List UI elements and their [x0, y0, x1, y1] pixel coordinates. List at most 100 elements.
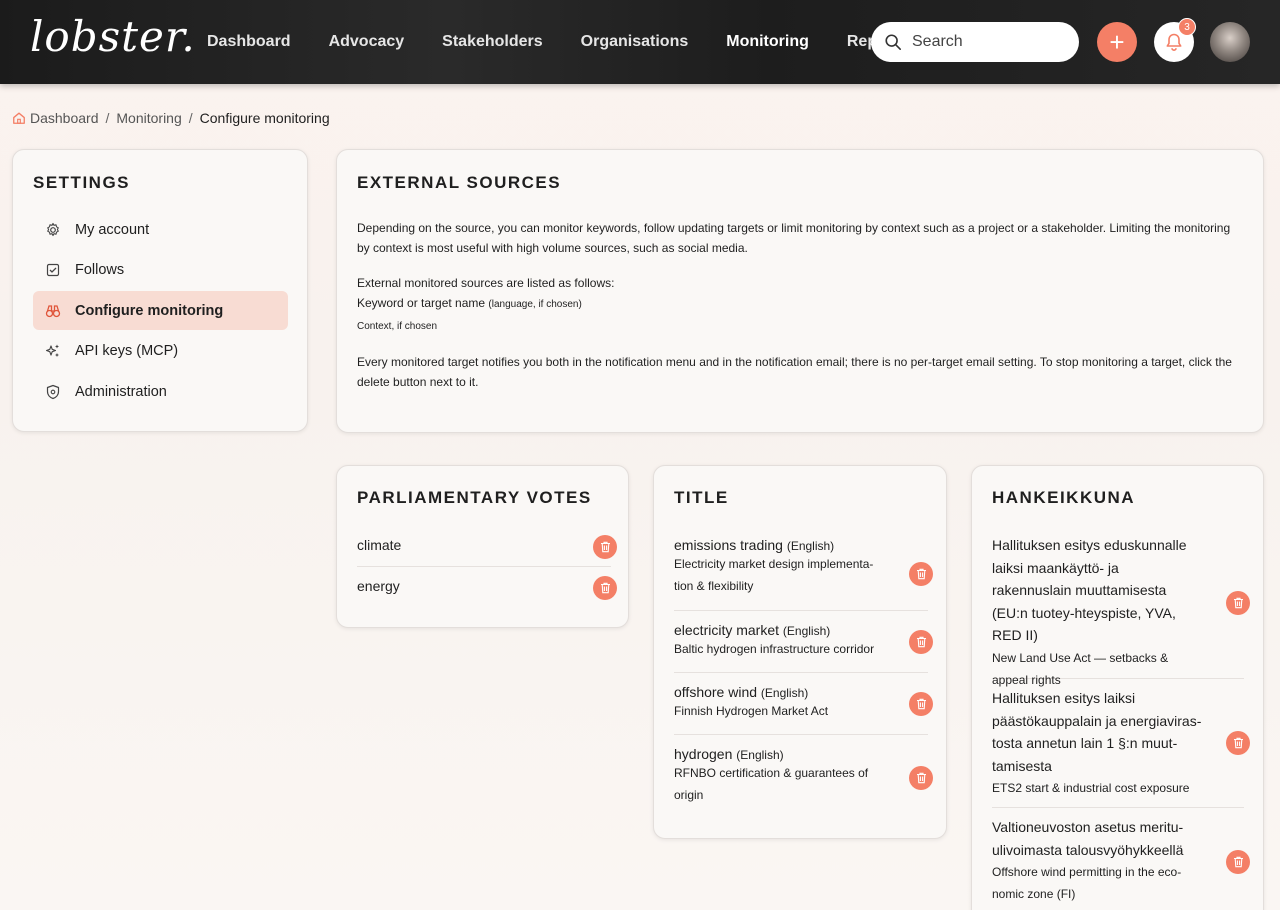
settings-item-my-account[interactable]: My account — [33, 210, 288, 249]
external-sources-card: EXTERNAL SOURCES Depending on the source… — [336, 149, 1264, 433]
nav-stakeholders[interactable]: Stakeholders — [442, 33, 542, 51]
top-navigation-bar: lobster. Dashboard Advocacy Stakeholders… — [0, 0, 1280, 84]
delete-button[interactable] — [909, 562, 933, 586]
notify-text: Every monitored target notifies you both… — [357, 355, 1232, 389]
external-sources-title: EXTERNAL SOURCES — [357, 173, 562, 192]
title-source-card: TITLE emissions trading (English) Electr… — [653, 465, 947, 839]
plus-icon: + — [1109, 27, 1125, 57]
parliamentary-votes-list: climate energy — [357, 526, 617, 608]
language: (English) — [782, 624, 831, 638]
parliamentary-votes-title: PARLIAMENTARY VOTES — [357, 488, 592, 507]
trash-icon — [916, 636, 926, 648]
context: Electricity market design implementa-tio… — [674, 557, 874, 593]
breadcrumb-dashboard[interactable]: Dashboard — [30, 110, 99, 126]
trash-icon — [600, 582, 610, 594]
search-icon — [885, 34, 902, 51]
hankeikkuna-title: HANKEIKKUNA — [992, 488, 1136, 507]
shield-gear-icon — [46, 384, 60, 399]
trash-icon — [916, 772, 926, 784]
settings-menu: My account Follows Configure monitoring — [33, 210, 288, 413]
breadcrumb-monitoring[interactable]: Monitoring — [116, 110, 181, 126]
hankeikkuna-card: HANKEIKKUNA Hallituksen esitys eduskunna… — [971, 465, 1264, 910]
listed-heading: External monitored sources are listed as… — [357, 276, 615, 290]
settings-item-label: My account — [75, 221, 150, 238]
format-line-note: (language, if chosen) — [488, 299, 582, 310]
trash-icon — [600, 541, 610, 553]
keyword: electricity market (English) — [674, 622, 831, 638]
settings-title: SETTINGS — [33, 173, 131, 192]
keyword: energy — [357, 578, 400, 594]
delete-button[interactable] — [909, 692, 933, 716]
context-line: Context, if chosen — [357, 321, 438, 332]
binoculars-icon — [45, 304, 61, 317]
search-box — [871, 22, 1079, 62]
delete-button[interactable] — [1226, 850, 1250, 874]
search-input[interactable] — [912, 33, 1062, 51]
nav-advocacy[interactable]: Advocacy — [329, 33, 405, 51]
delete-button[interactable] — [909, 766, 933, 790]
context: Offshore wind permitting in the eco-nomi… — [992, 865, 1182, 901]
trash-icon — [1233, 737, 1243, 749]
title-source-list: emissions trading (English) Electricity … — [674, 526, 933, 820]
format-explanation: External monitored sources are listed as… — [357, 273, 1237, 337]
sparkle-icon — [45, 344, 59, 357]
context: Baltic hydrogen infrastructure corridor — [674, 642, 875, 656]
settings-item-administration[interactable]: Administration — [33, 372, 288, 411]
list-item: Hallituksen esitys laiksi päästökauppala… — [992, 679, 1250, 808]
list-item: Hallituksen esitys eduskunnalle laiksi m… — [992, 526, 1250, 687]
checkbox-icon — [46, 263, 60, 277]
nav-monitoring[interactable]: Monitoring — [726, 33, 809, 51]
list-item: climate — [357, 526, 617, 567]
settings-item-follows[interactable]: Follows — [33, 251, 288, 290]
delete-button[interactable] — [1226, 591, 1250, 615]
trash-icon — [1233, 597, 1243, 609]
context: RFNBO certification & guarantees of orig… — [674, 766, 869, 802]
settings-item-label: Configure monitoring — [75, 302, 224, 319]
user-avatar[interactable] — [1210, 22, 1250, 62]
intro-text: Depending on the source, you can monitor… — [357, 221, 1231, 255]
gear-icon — [47, 222, 59, 236]
keyword: offshore wind (English) — [674, 684, 809, 700]
delete-button[interactable] — [909, 630, 933, 654]
language: (English) — [760, 686, 809, 700]
context: ETS2 start & industrial cost exposure — [992, 781, 1190, 795]
settings-item-label: Administration — [75, 383, 167, 400]
keyword: climate — [357, 537, 402, 553]
keyword: hydrogen (English) — [674, 746, 784, 762]
list-item: Valtioneuvoston asetus meritu-ulivoimast… — [992, 808, 1250, 910]
list-item: electricity market (English) Baltic hydr… — [674, 611, 933, 673]
keyword: Valtioneuvoston asetus meritu-ulivoimast… — [992, 819, 1184, 858]
settings-item-configure-monitoring[interactable]: Configure monitoring — [33, 291, 288, 330]
breadcrumb-separator: / — [188, 110, 193, 126]
home-icon — [13, 112, 25, 124]
list-item: emissions trading (English) Electricity … — [674, 526, 933, 611]
nav-organisations[interactable]: Organisations — [581, 33, 689, 51]
settings-item-api-keys[interactable]: API keys (MCP) — [33, 332, 288, 371]
settings-item-label: API keys (MCP) — [75, 343, 179, 359]
add-button[interactable]: + — [1097, 22, 1137, 62]
parliamentary-votes-card: PARLIAMENTARY VOTES climate energy — [336, 465, 629, 628]
keyword: Hallituksen esitys eduskunnalle laiksi m… — [992, 537, 1187, 643]
trash-icon — [916, 698, 926, 710]
title-source-title: TITLE — [674, 488, 729, 507]
list-item: offshore wind (English) Finnish Hydrogen… — [674, 673, 933, 735]
list-item: hydrogen (English) RFNBO certification &… — [674, 735, 933, 820]
context: Finnish Hydrogen Market Act — [674, 704, 829, 718]
notifications-button[interactable]: 3 — [1154, 18, 1196, 62]
delete-button[interactable] — [1226, 731, 1250, 755]
external-sources-description: Depending on the source, you can monitor… — [357, 218, 1237, 407]
language: (English) — [786, 539, 835, 553]
delete-button[interactable] — [593, 576, 617, 600]
list-item: energy — [357, 567, 617, 608]
hankeikkuna-list: Hallituksen esitys eduskunnalle laiksi m… — [992, 526, 1250, 910]
delete-button[interactable] — [593, 535, 617, 559]
breadcrumb-current: Configure monitoring — [199, 110, 330, 126]
settings-item-label: Follows — [75, 262, 125, 278]
lobster-logo[interactable]: lobster. — [30, 12, 196, 61]
trash-icon — [916, 568, 926, 580]
trash-icon — [1233, 856, 1243, 868]
settings-card: SETTINGS My account Follows Configure mo… — [12, 149, 308, 432]
format-line: Keyword or target name — [357, 296, 486, 310]
nav-dashboard[interactable]: Dashboard — [207, 33, 291, 51]
language: (English) — [736, 748, 784, 762]
